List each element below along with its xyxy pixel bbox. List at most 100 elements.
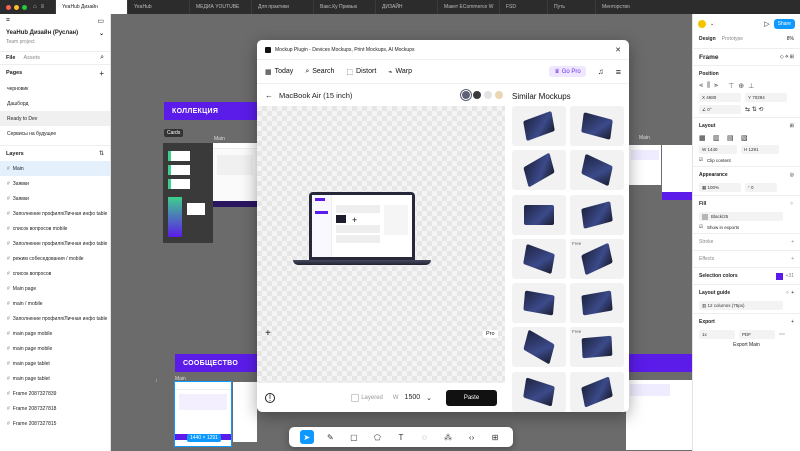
align-center-icon[interactable]: ⫼ [707,82,710,90]
tab-file[interactable]: File [6,55,15,61]
close-icon[interactable]: ✕ [615,46,621,54]
align-top-icon[interactable]: ⊤ [728,82,734,90]
bell-icon[interactable]: ♫ [598,67,604,76]
layer-item[interactable]: # main page tablet [0,371,110,386]
avatar[interactable] [698,20,706,28]
export-options-icon[interactable]: ⋯ [779,331,785,338]
color-swatch[interactable] [473,91,481,99]
tab-4[interactable]: Вакс.Ку Привью [313,0,375,14]
mockup-thumbnail[interactable] [512,371,566,412]
mockup-thumbnail[interactable]: Free [570,327,624,368]
tab-9[interactable]: Менторство [595,0,655,14]
add-guide-icon[interactable]: ⁘ + [786,290,795,296]
tab-design[interactable]: Design [699,36,716,42]
add-export-icon[interactable]: + [791,319,794,325]
right-frame-a[interactable] [629,145,661,185]
layer-item[interactable]: # Заявки [0,191,110,206]
frame-heading[interactable]: Frame [699,54,719,61]
frame-tool-icon[interactable]: ▢ [347,430,361,444]
plugins-icon[interactable]: ⊞ [488,430,502,444]
layer-item[interactable]: # main / mobile [0,296,110,311]
zoom-level[interactable]: 8% [787,36,794,42]
page-item[interactable]: Ready to Dev [0,111,110,126]
color-swatch[interactable] [495,91,503,99]
add-stroke-icon[interactable]: + [791,239,794,245]
page-item[interactable]: Сервисы на будущее [0,126,110,141]
mockup-thumbnail[interactable]: Free [570,238,624,279]
layout-wrap-icon[interactable]: ▧ [741,134,751,142]
add-page-icon[interactable]: + [99,69,104,78]
share-button[interactable]: Share [773,19,795,29]
layout-toggle-icon[interactable]: ▭ [97,17,104,25]
chevron-down-icon[interactable]: ⌄ [710,21,714,27]
page-item[interactable]: черновик [0,81,110,96]
layer-item[interactable]: # список вопросов [0,266,110,281]
flip-icons[interactable]: ⇆ ⇅ ⟲ [745,106,763,113]
text-tool-icon[interactable]: T [394,430,408,444]
selection-colors-count[interactable]: +31 [786,273,794,279]
right-bottom-frame[interactable] [626,380,692,450]
hamburger-menu-icon[interactable]: ≡ [616,67,621,77]
minimize-window-button[interactable] [14,4,19,10]
mockup-thumbnail[interactable] [570,283,624,324]
mockup-thumbnail[interactable] [512,238,566,279]
nav-today[interactable]: ▦ Today [265,68,293,76]
pen-tool-icon[interactable]: ✎ [323,430,337,444]
fill-style-field[interactable]: Black/25 [699,212,783,221]
align-right-icon[interactable]: ⫸ [714,82,718,90]
x-field[interactable]: X 4680 [699,93,741,102]
cards-frame[interactable] [163,143,213,243]
right-frame-b[interactable] [662,145,692,200]
tab-7[interactable]: FSD [499,0,547,14]
project-title[interactable]: YeaHub Дизайн (Руслан) ⌄ [6,30,104,37]
add-icon[interactable]: + [265,328,271,339]
width-field[interactable]: W 1440 [699,145,737,154]
actions-tool-icon[interactable]: ⁂ [441,430,455,444]
mockup-thumbnail[interactable] [512,150,566,191]
info-icon[interactable]: ! [265,392,275,403]
page-item[interactable]: Дашборд [0,96,110,111]
tab-2[interactable]: МЕДИА YOUTUBE [189,0,251,14]
layout-grid-icon[interactable]: ▦ [699,134,709,142]
close-window-button[interactable] [6,4,11,10]
mockup-thumbnail[interactable] [570,150,624,191]
mockup-preview[interactable]: + Pro + [257,106,505,382]
home-icon[interactable]: ⌂ [33,4,37,10]
frame-label-right[interactable]: Main [639,135,650,141]
opacity-field[interactable]: ▦ 100% [699,183,741,192]
tab-5[interactable]: ДИЗАЙН [375,0,437,14]
collapse-layers-icon[interactable]: ⇅ [99,150,104,157]
layer-item[interactable]: # Frame 2087327839 [0,386,110,401]
chevron-down-icon[interactable]: ⌄ [426,394,432,402]
layer-item[interactable]: # Заполнение профиля/Личная инфо table [0,206,110,221]
color-swatch[interactable] [460,89,472,101]
y-field[interactable]: Y 70294 [745,93,787,102]
layout-guide-field[interactable]: ▥ 12 columns (75px) [699,301,783,310]
layer-item[interactable]: # список вопросов mobile [0,221,110,236]
frame-actions-icon[interactable]: ◇ ⟡ ⊞ [780,54,794,60]
tab-assets[interactable]: Assets [23,55,40,61]
nav-warp[interactable]: ⌁ Warp [388,68,412,76]
search-icon[interactable]: ⌕ [100,54,104,62]
export-button[interactable]: Export Main [699,342,794,348]
frame-label-cards[interactable]: Cards [164,129,184,137]
mockup-thumbnail[interactable] [570,371,624,412]
tab-prototype[interactable]: Prototype [722,36,743,42]
auto-layout-icon[interactable]: ⊞ [790,123,794,129]
tab-0[interactable]: YeaHub Дизайн [55,0,127,14]
paste-button[interactable]: Paste [446,389,497,406]
move-tool-icon[interactable]: ➤ [299,430,314,444]
layout-rows-icon[interactable]: ▤ [727,134,737,142]
dev-mode-icon[interactable]: ‹› [465,430,479,444]
show-exports-checkbox[interactable]: ☑ [699,224,703,230]
figma-menu-icon[interactable]: ⌗ [6,17,10,25]
mockup-thumbnail[interactable] [512,283,566,324]
layer-item[interactable]: # main page mobile [0,326,110,341]
layer-item[interactable]: # Main [0,161,110,176]
mockup-thumbnail[interactable] [512,327,566,368]
layer-item[interactable]: # Заявки [0,176,110,191]
play-icon[interactable]: ▷ [764,20,769,28]
layer-item[interactable]: # Frame 2087327818 [0,401,110,416]
color-swatch[interactable] [484,91,492,99]
nav-search[interactable]: ⌕ Search [305,68,334,76]
